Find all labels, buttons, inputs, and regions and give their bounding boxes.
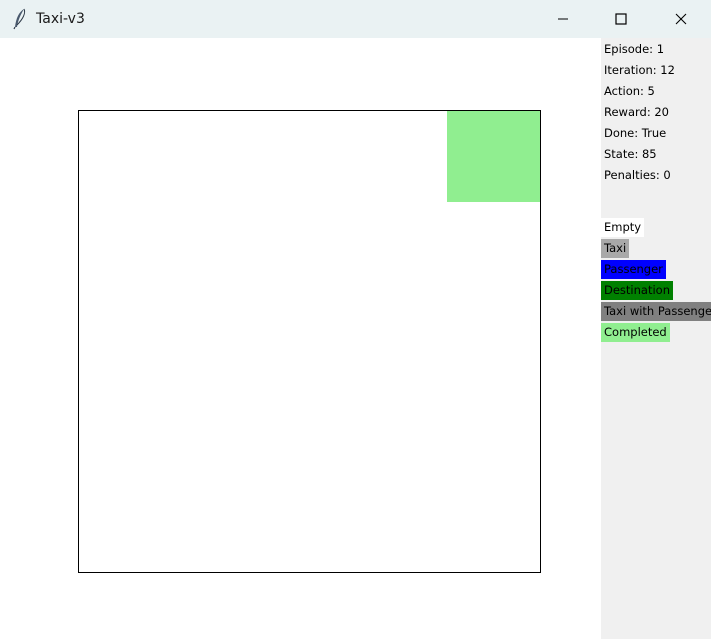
legend-passenger: Passenger bbox=[601, 260, 666, 279]
legend-taxi-with-passenger: Taxi with Passenger bbox=[601, 302, 711, 321]
legend-empty: Empty bbox=[601, 218, 645, 237]
close-button[interactable] bbox=[651, 0, 711, 38]
action-stat: Action: 5 bbox=[604, 84, 655, 98]
window-title: Taxi-v3 bbox=[36, 11, 85, 27]
legend-taxi: Taxi bbox=[601, 239, 630, 258]
completed-cell bbox=[447, 111, 540, 202]
state-stat: State: 85 bbox=[604, 147, 657, 161]
done-stat: Done: True bbox=[604, 126, 667, 140]
app-window: Taxi-v3 Episode: 1 Iteration: 12 Action:… bbox=[0, 0, 711, 639]
close-icon bbox=[675, 10, 687, 29]
legend-destination: Destination bbox=[601, 281, 673, 300]
render-canvas bbox=[0, 38, 601, 639]
episode-stat: Episode: 1 bbox=[604, 42, 665, 56]
feather-icon bbox=[12, 8, 28, 30]
minimize-icon bbox=[557, 10, 569, 29]
iteration-stat: Iteration: 12 bbox=[604, 63, 675, 77]
maximize-icon bbox=[615, 10, 627, 29]
penalties-stat: Penalties: 0 bbox=[604, 168, 671, 182]
reward-stat: Reward: 20 bbox=[604, 105, 669, 119]
title-bar[interactable]: Taxi-v3 bbox=[0, 0, 711, 38]
maximize-button[interactable] bbox=[592, 0, 650, 38]
info-panel: Episode: 1 Iteration: 12 Action: 5 Rewar… bbox=[601, 38, 711, 639]
minimize-button[interactable] bbox=[534, 0, 592, 38]
taxi-grid bbox=[78, 110, 541, 573]
legend-completed: Completed bbox=[601, 323, 670, 342]
